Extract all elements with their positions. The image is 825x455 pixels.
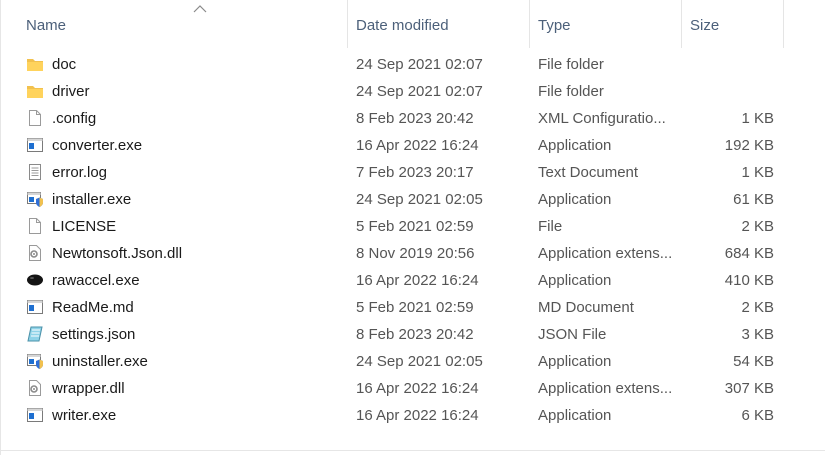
dll-gear-icon (26, 379, 44, 397)
file-date-modified: 24 Sep 2021 02:05 (356, 191, 483, 208)
bottom-border (0, 450, 825, 451)
file-type: JSON File (538, 326, 607, 343)
file-row[interactable]: rawaccel.exe 16 Apr 2022 16:24 Application… (18, 267, 788, 294)
file-row[interactable]: LICENSE 5 Feb 2021 02:59 File 2 KB (18, 213, 788, 240)
file-name: uninstaller.exe (52, 353, 148, 370)
installer-shield-icon (26, 352, 44, 370)
column-header-size-label: Size (690, 17, 720, 34)
file-rows: doc 24 Sep 2021 02:07 File folder driver 24 … (18, 51, 788, 429)
file-row[interactable]: .config 8 Feb 2023 20:42 XML Configuratio.… (18, 105, 788, 132)
dll-gear-icon (26, 244, 44, 262)
file-name: .config (52, 110, 97, 127)
file-date-modified: 8 Feb 2023 20:42 (356, 110, 474, 127)
file-row[interactable]: ReadMe.md 5 Feb 2021 02:59 MD Document 2 KB (18, 294, 788, 321)
file-date-modified: 5 Feb 2021 02:59 (356, 218, 474, 235)
file-size: 307 KB (724, 380, 774, 397)
file-date-modified: 24 Sep 2021 02:05 (356, 353, 483, 370)
column-header-type[interactable]: Type (530, 0, 682, 48)
file-row[interactable]: writer.exe 16 Apr 2022 16:24 Application 6 … (18, 402, 788, 429)
file-size: 54 KB (733, 353, 774, 370)
text-document-icon (26, 163, 44, 181)
file-name: rawaccel.exe (52, 272, 140, 289)
file-row[interactable]: converter.exe 16 Apr 2022 16:24 Applicatio… (18, 132, 788, 159)
file-name: Newtonsoft.Json.dll (52, 245, 183, 262)
file-date-modified: 8 Feb 2023 20:42 (356, 326, 474, 343)
app-window-icon (26, 136, 44, 154)
file-row[interactable]: wrapper.dll 16 Apr 2022 16:24 Application … (18, 375, 788, 402)
file-type: Application (538, 137, 612, 154)
file-date-modified: 24 Sep 2021 02:07 (356, 56, 483, 73)
file-row[interactable]: doc 24 Sep 2021 02:07 File folder (18, 51, 788, 78)
file-type: MD Document (538, 299, 634, 316)
file-name: error.log (52, 164, 108, 181)
file-size: 192 KB (724, 137, 774, 154)
column-header-date-label: Date modified (356, 17, 449, 34)
file-date-modified: 16 Apr 2022 16:24 (356, 380, 479, 397)
column-header-size[interactable]: Size (682, 0, 784, 48)
file-size: 61 KB (733, 191, 774, 208)
file-type: Application extens... (538, 245, 673, 262)
file-type: Application (538, 191, 612, 208)
file-size: 6 KB (741, 407, 774, 424)
file-row[interactable]: uninstaller.exe 24 Sep 2021 02:05 Applicat… (18, 348, 788, 375)
file-row[interactable]: Newtonsoft.Json.dll 8 Nov 2019 20:56 Appli… (18, 240, 788, 267)
column-header-type-label: Type (538, 17, 571, 34)
file-type: File folder (538, 83, 604, 100)
mouse-icon (26, 271, 44, 289)
file-type: Text Document (538, 164, 639, 181)
sort-up-arrow-icon (193, 5, 207, 13)
file-size: 1 KB (741, 164, 774, 181)
file-date-modified: 24 Sep 2021 02:07 (356, 83, 483, 100)
file-type: Application (538, 353, 612, 370)
file-row[interactable]: settings.json 8 Feb 2023 20:42 JSON File 3 … (18, 321, 788, 348)
file-row[interactable]: driver 24 Sep 2021 02:07 File folder (18, 78, 788, 105)
file-name: converter.exe (52, 137, 143, 154)
file-name: driver (52, 83, 90, 100)
column-header-bar: Name Date modified Type Size (0, 0, 825, 48)
file-date-modified: 7 Feb 2023 20:17 (356, 164, 474, 181)
file-name: installer.exe (52, 191, 132, 208)
file-name: writer.exe (52, 407, 117, 424)
file-row[interactable]: error.log 7 Feb 2023 20:17 Text Document 1 … (18, 159, 788, 186)
file-type: File (538, 218, 563, 235)
folder-icon (26, 55, 44, 73)
file-date-modified: 16 Apr 2022 16:24 (356, 137, 479, 154)
folder-icon (26, 82, 44, 100)
file-type: Application (538, 407, 612, 424)
file-size: 410 KB (724, 272, 774, 289)
file-size: 2 KB (741, 299, 774, 316)
file-date-modified: 16 Apr 2022 16:24 (356, 407, 479, 424)
blank-file-icon (26, 109, 44, 127)
file-size: 684 KB (724, 245, 774, 262)
file-name: ReadMe.md (52, 299, 134, 316)
file-size: 2 KB (741, 218, 774, 235)
file-date-modified: 8 Nov 2019 20:56 (356, 245, 475, 262)
file-name: doc (52, 56, 77, 73)
file-name: LICENSE (52, 218, 117, 235)
column-header-name-label: Name (26, 17, 67, 34)
notepad-icon (26, 325, 44, 343)
column-header-date-modified[interactable]: Date modified (348, 0, 530, 48)
file-date-modified: 16 Apr 2022 16:24 (356, 272, 479, 289)
file-type: XML Configuratio... (538, 110, 666, 127)
left-border (0, 0, 1, 455)
file-date-modified: 5 Feb 2021 02:59 (356, 299, 474, 316)
installer-shield-icon (26, 190, 44, 208)
file-type: Application (538, 272, 612, 289)
app-window-icon (26, 406, 44, 424)
file-row[interactable]: installer.exe 24 Sep 2021 02:05 Applicatio… (18, 186, 788, 213)
file-size: 1 KB (741, 110, 774, 127)
app-window-icon (26, 298, 44, 316)
file-type: File folder (538, 56, 604, 73)
file-size: 3 KB (741, 326, 774, 343)
file-name: wrapper.dll (52, 380, 125, 397)
file-list-view: Name Date modified Type Size doc 24 Sep 2… (0, 0, 825, 455)
file-type: Application extens... (538, 380, 673, 397)
file-name: settings.json (52, 326, 136, 343)
blank-file-icon (26, 217, 44, 235)
column-header-name[interactable]: Name (18, 0, 348, 48)
